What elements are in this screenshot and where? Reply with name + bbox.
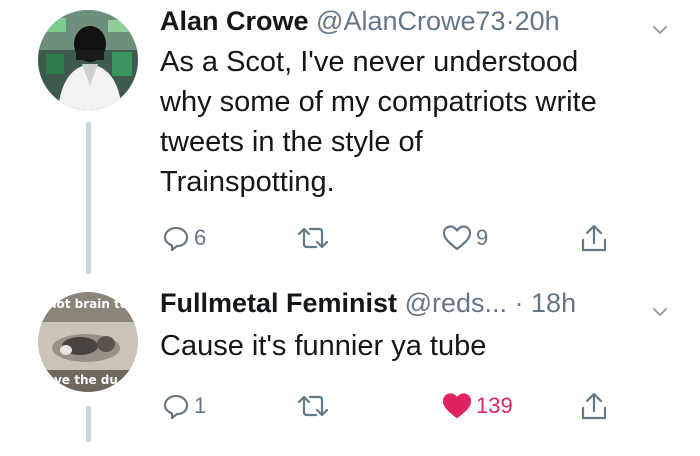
display-name[interactable]: Alan Crowe — [160, 6, 309, 36]
separator-dot: · — [505, 6, 515, 36]
avatar-image — [38, 10, 138, 110]
tweet-text-line: why some of my compatriots write — [160, 86, 597, 118]
tweet-text: As a Scot, I've never understood why som… — [160, 42, 680, 202]
avatar-caption-bottom: ve the du — [54, 373, 118, 387]
share-button[interactable] — [580, 388, 608, 424]
avatar-image: not brain to ve the du — [38, 292, 138, 392]
thread-line — [86, 406, 91, 442]
like-button[interactable]: 9 — [442, 220, 488, 256]
avatar[interactable] — [38, 10, 138, 110]
reply-button[interactable]: 6 — [162, 220, 206, 256]
timestamp[interactable]: 20h — [515, 6, 560, 36]
chevron-down-icon[interactable] — [652, 294, 668, 316]
chevron-down-icon[interactable] — [652, 12, 668, 34]
share-icon — [580, 223, 608, 253]
tweet-text-line: Cause it's funnier ya tube — [160, 330, 487, 362]
tweet[interactable]: Alan Crowe @AlanCrowe73·20h As a Scot, I… — [0, 0, 700, 274]
display-name[interactable]: Fullmetal Feminist — [160, 288, 397, 318]
reply-count: 1 — [194, 393, 207, 418]
reply-icon — [162, 392, 190, 420]
reply-button[interactable]: 1 — [162, 388, 206, 424]
user-handle[interactable]: @AlanCrowe73 — [316, 6, 506, 36]
avatar[interactable]: not brain to ve the du — [38, 292, 138, 392]
tweet-text-line: Trainspotting. — [160, 166, 335, 198]
thread-line — [86, 122, 91, 274]
avatar-caption-top: not brain to — [48, 297, 128, 311]
reply-icon — [162, 224, 190, 252]
user-handle[interactable]: @reds... — [405, 288, 507, 318]
tweet-actions: 6 9 — [160, 220, 620, 256]
retweet-button[interactable] — [296, 220, 334, 256]
timestamp[interactable]: 18h — [531, 288, 576, 318]
separator-dot: · — [514, 288, 524, 318]
like-count: 139 — [476, 393, 513, 418]
like-icon — [442, 392, 472, 420]
share-button[interactable] — [580, 220, 608, 256]
retweet-icon — [296, 392, 330, 420]
like-icon — [442, 224, 472, 252]
retweet-button[interactable] — [296, 388, 334, 424]
like-button[interactable]: 139 — [442, 388, 513, 424]
tweet[interactable]: not brain to ve the du Fullmetal Feminis… — [0, 270, 700, 456]
share-icon — [580, 391, 608, 421]
retweet-icon — [296, 224, 330, 252]
tweet-header: Fullmetal Feminist @reds... · 18h — [160, 286, 690, 320]
tweet-actions: 1 139 — [160, 388, 620, 424]
reply-count: 6 — [194, 225, 207, 250]
like-count: 9 — [476, 225, 489, 250]
tweet-text: Cause it's funnier ya tube — [160, 326, 680, 366]
tweet-header: Alan Crowe @AlanCrowe73·20h — [160, 4, 690, 38]
tweet-text-line: As a Scot, I've never understood — [160, 46, 579, 78]
tweet-text-line: tweets in the style of — [160, 126, 423, 158]
